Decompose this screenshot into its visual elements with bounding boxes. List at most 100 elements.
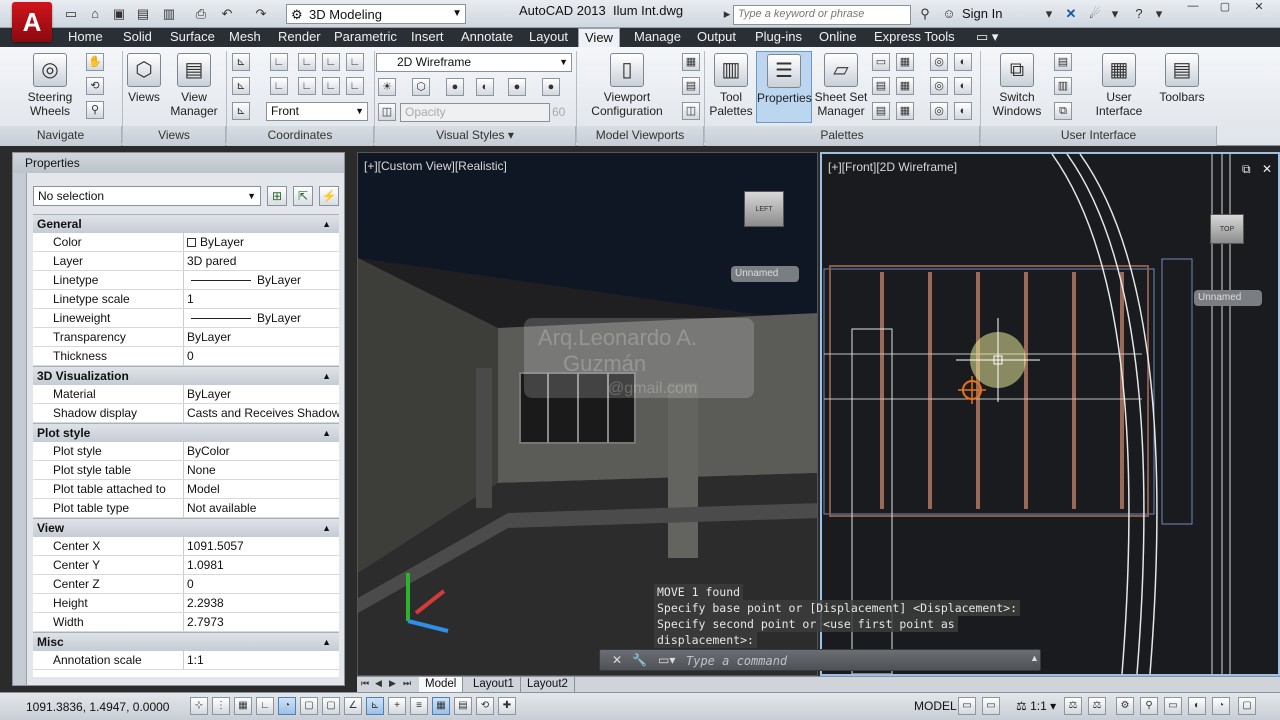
property-section[interactable]: Misc ▲ [33, 632, 339, 651]
viewport-label-left[interactable]: [+][Custom View][Realistic] [364, 159, 507, 173]
grid-display-icon[interactable]: ▦ [234, 697, 252, 715]
opacity-slider[interactable]: Opacity [400, 103, 550, 122]
model-viewports-panel-title[interactable]: Model Viewports [577, 126, 704, 146]
layout-tab-layout1[interactable]: Layout1 [467, 677, 521, 693]
shadows-icon[interactable]: ☀ [378, 78, 396, 96]
redo-icon[interactable]: ↷ [252, 5, 270, 23]
polar-tracking-icon[interactable]: ◔ [278, 697, 296, 715]
plot-icon[interactable]: ⎙ [192, 5, 210, 23]
user-interface-panel-title[interactable]: User Interface [981, 126, 1217, 146]
property-value[interactable]: Casts and Receives Shadows [185, 404, 339, 422]
external-references-icon[interactable]: ▦ [896, 102, 914, 120]
property-value[interactable]: 2.7973 [185, 613, 339, 631]
tab-solid[interactable]: Solid [117, 28, 158, 47]
ucs-world-icon[interactable]: ∟ [270, 53, 288, 71]
ucs-select[interactable]: Front ▼ [266, 102, 368, 121]
property-row[interactable]: Center Z0 [33, 575, 339, 594]
edges-icon[interactable]: ⬡ [412, 78, 430, 96]
hardware-acceleration-icon[interactable]: ▭ [1164, 697, 1182, 715]
transparency-icon[interactable]: ▦ [432, 697, 450, 715]
minimize-icon[interactable]: — [1180, 0, 1206, 14]
collapse-icon[interactable]: ▲ [322, 367, 331, 386]
property-row[interactable]: Height 2.2938 [33, 594, 339, 613]
palette-grip[interactable] [13, 173, 27, 685]
ucs-view-icon[interactable]: ∟ [346, 77, 364, 95]
palettes-panel-title[interactable]: Palettes [705, 126, 980, 146]
property-value[interactable]: ByLayer [185, 233, 339, 251]
markup-icon[interactable]: ▤ [872, 102, 890, 120]
property-section[interactable]: View ▲ [33, 518, 339, 537]
maximize-icon[interactable]: ▢ [1212, 0, 1238, 14]
material-icon[interactable]: ● [542, 78, 560, 96]
property-row[interactable]: Layer 3D pared [33, 252, 339, 271]
tab-express-tools[interactable]: Express Tools [868, 28, 961, 47]
next-layout-icon[interactable]: ▶ [389, 678, 396, 689]
close-icon[interactable]: ✕ [1262, 162, 1272, 176]
property-value[interactable]: 0 [185, 575, 339, 593]
tab-insert[interactable]: Insert [405, 28, 450, 47]
property-row[interactable]: Plot style table None [33, 461, 339, 480]
sign-in-link[interactable]: Sign In [962, 6, 1002, 21]
search-input[interactable]: Type a keyword or phrase [733, 5, 911, 25]
chevron-down-icon[interactable]: ▾ [1150, 5, 1168, 23]
selection-select[interactable]: No selection ▼ [33, 186, 261, 206]
close-icon[interactable]: ✕ [612, 653, 622, 667]
property-row[interactable]: Color ByLayer [33, 233, 339, 252]
stay-connected-icon[interactable]: ☄ [1086, 5, 1104, 23]
model-space-toggle[interactable]: MODEL [914, 699, 957, 713]
first-layout-icon[interactable]: ⏮ [361, 678, 369, 689]
web-mobile-icon[interactable]: ▥ [160, 5, 178, 23]
property-value[interactable]: ByLayer [185, 309, 339, 327]
collapse-icon[interactable]: ▲ [322, 519, 331, 538]
property-value[interactable]: ByLayer [185, 385, 339, 403]
tab-annotate[interactable]: Annotate [455, 28, 519, 47]
coordinates-panel-title[interactable]: Coordinates [227, 126, 374, 146]
workspace-select[interactable]: ⚙ 3D Modeling ▼ [286, 4, 466, 24]
property-row[interactable]: Annotation scale 1:1 [33, 651, 339, 670]
property-row[interactable]: Center Y 1.0981 [33, 556, 339, 575]
tab-home[interactable]: Home [62, 28, 109, 47]
chevron-down-icon[interactable]: ▾ [1106, 5, 1124, 23]
last-layout-icon[interactable]: ⏭ [403, 678, 411, 689]
property-value[interactable]: 2.2938 [185, 594, 339, 612]
cascade-icon[interactable]: ⧉ [1054, 102, 1072, 120]
tab-plug-ins[interactable]: Plug-ins [749, 28, 808, 47]
user-icon[interactable]: ☺ [940, 5, 958, 23]
ribbon-options-icon[interactable]: ▭ ▾ [970, 28, 1004, 47]
property-row[interactable]: Linetype ByLayer [33, 271, 339, 290]
pan-icon[interactable]: ✋ [86, 53, 104, 71]
ucs-x-icon[interactable]: ∟ [298, 77, 316, 95]
lights-icon[interactable]: ◎ [930, 77, 948, 95]
prev-layout-icon[interactable]: ◀ [375, 678, 382, 689]
property-row[interactable]: Transparency ByLayer [33, 328, 339, 347]
object-snap-tracking-icon[interactable]: ∠ [344, 697, 362, 715]
property-row[interactable]: Linetype scale 1 [33, 290, 339, 309]
command-prompt-icon[interactable]: ▭▾ [658, 653, 675, 667]
tab-mesh[interactable]: Mesh [223, 28, 267, 47]
ucs-icon[interactable]: ⊾ [232, 53, 250, 71]
tab-output[interactable]: Output [691, 28, 742, 47]
tab-view[interactable]: View [578, 28, 620, 47]
ucs-z-icon[interactable]: ∟ [322, 53, 340, 71]
tab-surface[interactable]: Surface [164, 28, 221, 47]
save-as-icon[interactable]: ▤ [134, 5, 152, 23]
materials-browser-icon[interactable]: ◎ [930, 53, 948, 71]
open-icon[interactable]: ⌂ [86, 5, 104, 23]
toggle-pickadd-icon[interactable]: ⊞ [267, 186, 287, 206]
face-style-icon[interactable]: ◐ [476, 78, 494, 96]
xray-icon[interactable]: ◫ [378, 103, 396, 121]
tab-manage[interactable]: Manage [628, 28, 687, 47]
property-value[interactable]: ByLayer [185, 328, 339, 346]
property-section[interactable]: 3D Visualization ▲ [33, 366, 339, 385]
property-row[interactable]: Lineweight ByLayer [33, 309, 339, 328]
named-viewports-icon[interactable]: ▦ [682, 53, 700, 71]
ortho-mode-icon[interactable]: ∟ [256, 697, 274, 715]
save-icon[interactable]: ▣ [110, 5, 128, 23]
collapse-icon[interactable]: ▲ [322, 215, 331, 234]
close-icon[interactable]: ✕ [1246, 0, 1272, 14]
steering-wheels-button[interactable]: ◎ Steering Wheels [20, 53, 80, 118]
quick-select-icon[interactable]: ⚡ [319, 186, 339, 206]
restore-viewports-icon[interactable]: ◫ [682, 102, 700, 120]
sun-icon[interactable]: ◐ [954, 77, 972, 95]
binoculars-icon[interactable]: ⚲ [916, 5, 934, 23]
